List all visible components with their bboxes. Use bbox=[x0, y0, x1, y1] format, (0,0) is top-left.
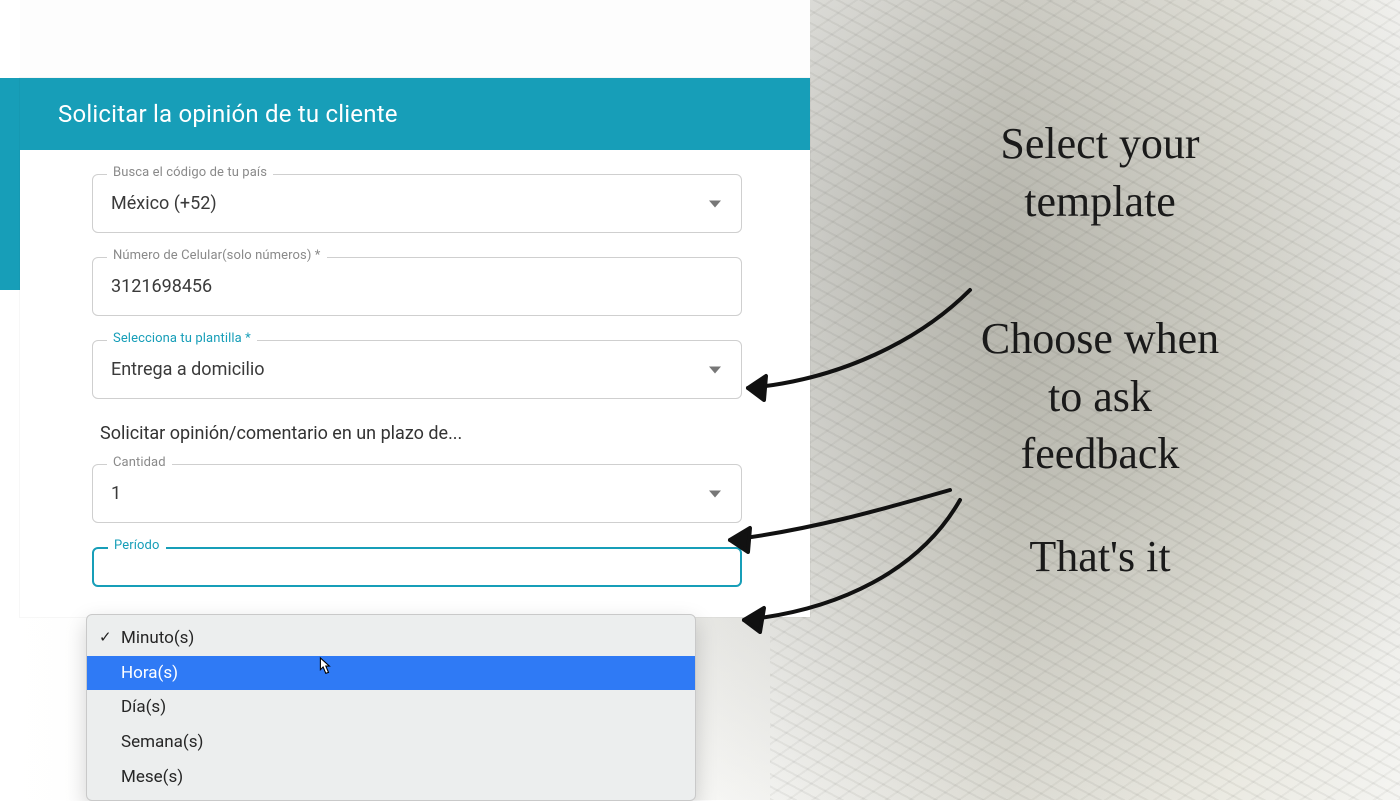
quantity-value: 1 bbox=[93, 465, 741, 522]
period-option-minutos[interactable]: Minuto(s) bbox=[87, 621, 695, 656]
caret-down-icon bbox=[709, 200, 721, 207]
annotations-block: Select your template Choose when to ask … bbox=[830, 120, 1370, 610]
quantity-select[interactable]: Cantidad 1 bbox=[92, 464, 742, 523]
annotation-select-template-line2: template bbox=[830, 178, 1370, 226]
annotation-choose-when-line1: Choose when bbox=[830, 315, 1370, 363]
cursor-pointer-icon bbox=[315, 656, 333, 678]
annotation-thats-it: That's it bbox=[830, 533, 1370, 581]
period-select[interactable]: Período bbox=[92, 547, 742, 587]
period-option-horas-label: Hora(s) bbox=[121, 663, 178, 683]
phone-number-value: 3121698456 bbox=[93, 258, 741, 315]
panel-teal-sidebar-extension bbox=[0, 78, 20, 290]
country-code-label: Busca el código de tu país bbox=[107, 165, 273, 180]
feedback-request-panel: Solicitar la opinión de tu cliente Busca… bbox=[20, 78, 810, 617]
panel-top-background bbox=[20, 0, 810, 78]
schedule-section-label: Solicitar opinión/comentario en un plazo… bbox=[100, 423, 742, 444]
panel-title: Solicitar la opinión de tu cliente bbox=[20, 78, 810, 150]
form-body: Busca el código de tu país México (+52) … bbox=[20, 150, 810, 617]
annotation-choose-when-line3: feedback bbox=[830, 430, 1370, 478]
template-label: Selecciona tu plantilla * bbox=[107, 331, 257, 346]
period-option-horas[interactable]: Hora(s) bbox=[87, 656, 695, 691]
quantity-label: Cantidad bbox=[107, 455, 172, 470]
template-value: Entrega a domicilio bbox=[93, 341, 741, 398]
country-code-value: México (+52) bbox=[93, 175, 741, 232]
annotation-choose-when-line2: to ask bbox=[830, 373, 1370, 421]
country-code-select[interactable]: Busca el código de tu país México (+52) bbox=[92, 174, 742, 233]
period-dropdown-popup: Minuto(s) Hora(s) Día(s) Semana(s) Mese(… bbox=[86, 614, 696, 801]
phone-number-input[interactable]: Número de Celular(solo números) * 312169… bbox=[92, 257, 742, 316]
template-select[interactable]: Selecciona tu plantilla * Entrega a domi… bbox=[92, 340, 742, 399]
period-option-semanas[interactable]: Semana(s) bbox=[87, 725, 695, 760]
phone-number-label: Número de Celular(solo números) * bbox=[107, 248, 327, 263]
annotation-select-template-line1: Select your bbox=[830, 120, 1370, 168]
period-option-dias[interactable]: Día(s) bbox=[87, 690, 695, 725]
period-label: Período bbox=[108, 538, 166, 553]
period-option-meses[interactable]: Mese(s) bbox=[87, 760, 695, 795]
